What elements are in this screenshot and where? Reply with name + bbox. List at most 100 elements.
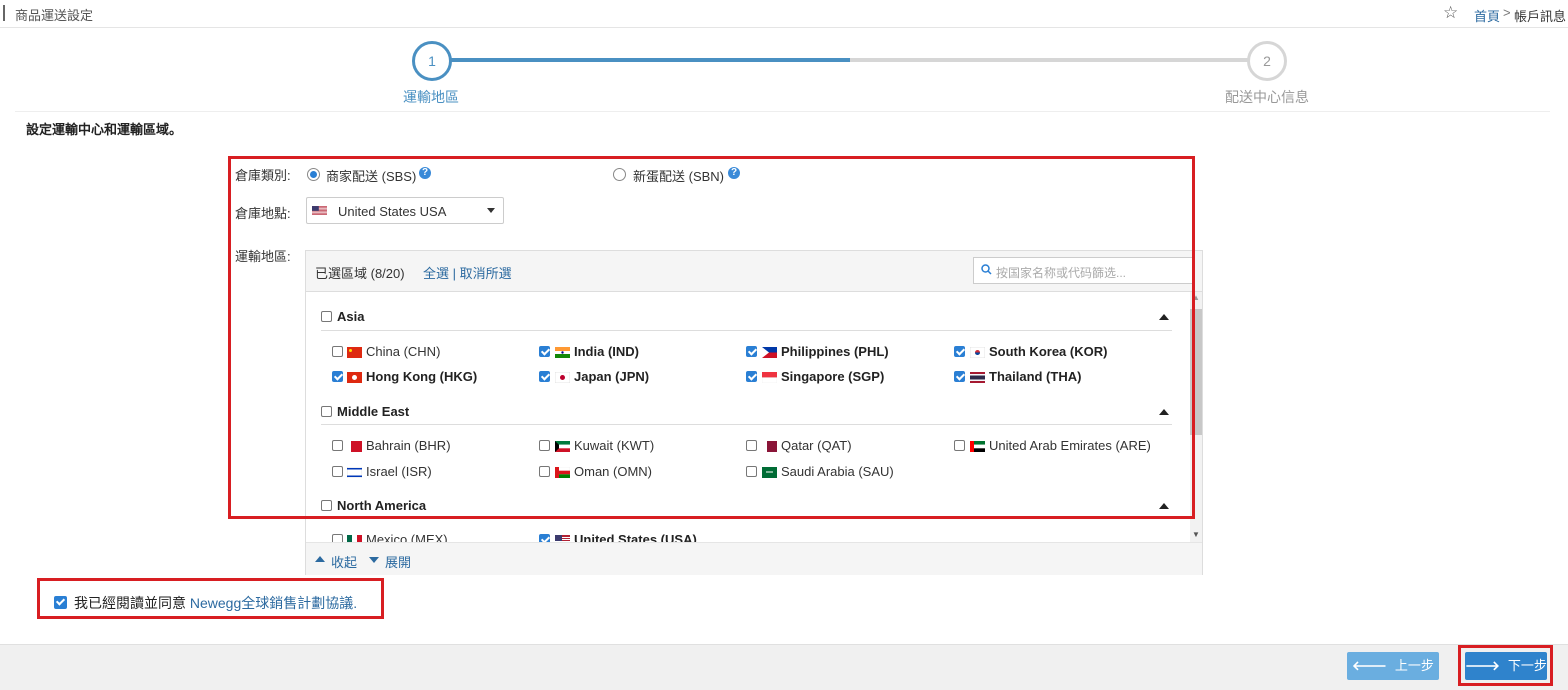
- south-korea-flag-icon: [970, 347, 985, 358]
- collapse-middle-east-icon[interactable]: [1159, 409, 1169, 415]
- search-placeholder: 按国家名称或代码篩选...: [996, 266, 1127, 280]
- country-isr-checkbox[interactable]: [332, 466, 343, 477]
- region-list: Asia China (CHN) India (IND) Philippines…: [306, 292, 1190, 542]
- group-divider: [321, 330, 1172, 331]
- shipping-region-label: 運輸地區:: [235, 249, 291, 264]
- country-jpn-label[interactable]: Japan (JPN): [574, 369, 649, 384]
- country-isr-label[interactable]: Israel (ISR): [366, 464, 432, 479]
- arrow-right-icon: 🡒: [1465, 658, 1500, 673]
- group-middle-east-checkbox[interactable]: [321, 406, 332, 417]
- list-scrollbar-thumb[interactable]: [1190, 309, 1202, 435]
- regions-panel-header: 已選區域 (8/20) 全選 | 取消所選 按国家名称或代码篩选...: [306, 251, 1202, 292]
- next-step-button[interactable]: 🡒 下一步: [1465, 652, 1547, 680]
- group-asia-checkbox[interactable]: [321, 311, 332, 322]
- hong-kong-flag-icon: [347, 372, 362, 383]
- oman-flag-icon: [555, 467, 570, 478]
- country-chn-label[interactable]: China (CHN): [366, 344, 440, 359]
- prev-step-label: 上一步: [1394, 658, 1434, 673]
- search-icon: [981, 264, 992, 275]
- scroll-down-icon[interactable]: ▼: [1192, 530, 1200, 539]
- deselect-all-link[interactable]: 取消所選: [460, 266, 512, 281]
- caret-down-icon: [369, 557, 379, 563]
- stepper-progress-done: [449, 58, 850, 62]
- country-mex-checkbox[interactable]: [332, 534, 343, 542]
- radio-sbs[interactable]: [307, 168, 320, 181]
- country-omn-label[interactable]: Oman (OMN): [574, 464, 652, 479]
- country-tha-checkbox[interactable]: [954, 371, 965, 382]
- warehouse-type-label: 倉庫類別:: [235, 168, 291, 183]
- country-bhr-checkbox[interactable]: [332, 440, 343, 451]
- agreement-checkbox[interactable]: [54, 596, 67, 609]
- radio-sbs-label[interactable]: 商家配送 (SBS): [326, 166, 416, 185]
- country-are-checkbox[interactable]: [954, 440, 965, 451]
- country-usa-label[interactable]: United States (USA): [574, 532, 697, 542]
- country-qat-label[interactable]: Qatar (QAT): [781, 438, 852, 453]
- country-sau-label[interactable]: Saudi Arabia (SAU): [781, 464, 894, 479]
- country-omn-checkbox[interactable]: [539, 466, 550, 477]
- country-ind-label[interactable]: India (IND): [574, 344, 639, 359]
- title-accent-bar: [3, 5, 5, 21]
- mexico-flag-icon: [347, 535, 362, 542]
- step-2-number: 2: [1263, 53, 1271, 69]
- group-middle-east-label: Middle East: [337, 404, 410, 419]
- collapse-asia-icon[interactable]: [1159, 314, 1169, 320]
- country-chn-checkbox[interactable]: [332, 346, 343, 357]
- warehouse-location-label: 倉庫地點:: [235, 206, 291, 221]
- arrow-left-icon: 🡐: [1352, 658, 1387, 673]
- country-qat-checkbox[interactable]: [746, 440, 757, 451]
- step-2-circle: 2: [1247, 41, 1287, 81]
- breadcrumb-home-link[interactable]: 首頁: [1474, 6, 1500, 25]
- stepper-progress-remaining: [850, 58, 1250, 62]
- country-hkg-label[interactable]: Hong Kong (HKG): [366, 369, 477, 384]
- group-north-america-checkbox[interactable]: [321, 500, 332, 511]
- star-icon[interactable]: ☆: [1443, 3, 1458, 23]
- country-kwt-label[interactable]: Kuwait (KWT): [574, 438, 654, 453]
- group-divider: [321, 424, 1172, 425]
- country-kwt-checkbox[interactable]: [539, 440, 550, 451]
- regions-panel-footer: 收起 展開: [306, 542, 1202, 575]
- country-tha-label[interactable]: Thailand (THA): [989, 369, 1081, 384]
- group-north-america-label: North America: [337, 498, 427, 513]
- country-ind-checkbox[interactable]: [539, 346, 550, 357]
- country-jpn-checkbox[interactable]: [539, 371, 550, 382]
- us-flag-icon: [312, 206, 327, 215]
- breadcrumb-current: 帳戶訊息: [1514, 9, 1567, 24]
- country-bhr-label[interactable]: Bahrain (BHR): [366, 438, 451, 453]
- help-sbs-icon[interactable]: ?: [419, 167, 431, 179]
- prev-step-button[interactable]: 🡐 上一步: [1347, 652, 1439, 680]
- radio-sbn-label[interactable]: 新蛋配送 (SBN): [633, 166, 724, 185]
- country-usa-checkbox[interactable]: [539, 534, 550, 542]
- radio-sbn[interactable]: [613, 168, 626, 181]
- section-title: 設定運輸中心和運輸區域。: [26, 122, 183, 137]
- help-sbn-icon[interactable]: ?: [728, 167, 740, 179]
- warehouse-location-select[interactable]: United States USA: [306, 197, 504, 224]
- step-1-number: 1: [428, 53, 436, 69]
- country-phl-checkbox[interactable]: [746, 346, 757, 357]
- country-kor-label[interactable]: South Korea (KOR): [989, 344, 1107, 359]
- collapse-north-america-icon[interactable]: [1159, 503, 1169, 509]
- country-mex-label[interactable]: Mexico (MEX): [366, 532, 448, 542]
- select-all-link[interactable]: 全選: [423, 266, 449, 281]
- thailand-flag-icon: [970, 372, 985, 383]
- country-hkg-checkbox[interactable]: [332, 371, 343, 382]
- scroll-up-icon[interactable]: ▲: [1192, 293, 1200, 302]
- country-search-input[interactable]: 按国家名称或代码篩选...: [973, 257, 1193, 284]
- us-flag-icon: [555, 535, 570, 542]
- agreement-link[interactable]: Newegg全球銷售計劃協議.: [190, 595, 357, 611]
- country-phl-label[interactable]: Philippines (PHL): [781, 344, 889, 359]
- footer-bar: [0, 644, 1568, 690]
- link-separator: |: [452, 266, 457, 281]
- step-1-circle: 1: [412, 41, 452, 81]
- kuwait-flag-icon: [555, 441, 570, 452]
- country-sau-checkbox[interactable]: [746, 466, 757, 477]
- country-are-label[interactable]: United Arab Emirates (ARE): [989, 438, 1151, 453]
- qatar-flag-icon: [762, 441, 777, 452]
- country-sgp-checkbox[interactable]: [746, 371, 757, 382]
- collapse-all-link[interactable]: 收起: [331, 552, 357, 571]
- expand-all-link[interactable]: 展開: [385, 552, 411, 571]
- country-kor-checkbox[interactable]: [954, 346, 965, 357]
- china-flag-icon: [347, 347, 362, 358]
- group-divider: [321, 518, 1172, 519]
- country-sgp-label[interactable]: Singapore (SGP): [781, 369, 884, 384]
- saudi-arabia-flag-icon: [762, 467, 777, 478]
